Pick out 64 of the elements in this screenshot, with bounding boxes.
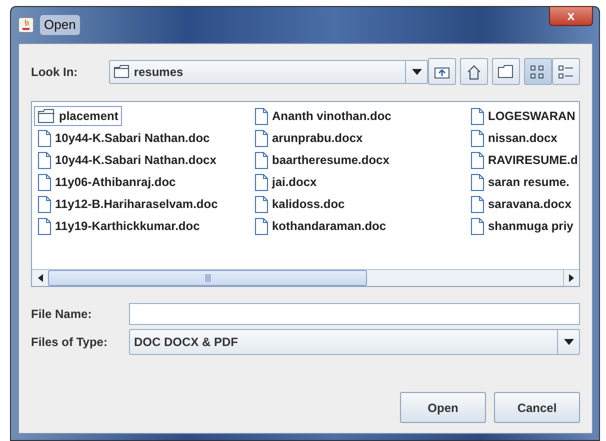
details-view-icon: [558, 64, 574, 78]
file-item[interactable]: kalidoss.doc: [251, 194, 349, 214]
file-item[interactable]: arunprabu.docx: [251, 128, 367, 148]
home-icon: [466, 64, 482, 80]
document-icon: [471, 218, 484, 234]
document-icon: [38, 152, 51, 168]
file-item[interactable]: 11y06-Athibanraj.doc: [34, 172, 180, 192]
close-button[interactable]: x: [549, 6, 593, 26]
dialog-button[interactable]: Open: [400, 392, 486, 423]
document-icon: [471, 152, 484, 168]
file-type-label: Files of Type:: [31, 334, 108, 351]
file-item[interactable]: 10y44-K.Sabari Nathan.doc: [34, 128, 214, 148]
file-item[interactable]: nissan.docx: [467, 128, 562, 148]
file-item[interactable]: 11y12-B.Hariharaselvam.doc: [34, 194, 222, 214]
document-icon: [255, 196, 268, 212]
window-title: Open: [40, 15, 80, 35]
file-item[interactable]: saravana.docx: [467, 194, 576, 214]
folder-icon: [498, 65, 514, 78]
look-in-dropdown[interactable]: resumes: [108, 60, 428, 84]
file-name-label: File Name:: [31, 306, 93, 323]
file-type-dropdown[interactable]: DOC DOCX & PDF: [129, 329, 580, 355]
file-item[interactable]: LOGESWARAN: [467, 106, 579, 126]
scroll-left-icon: [38, 274, 42, 282]
file-item[interactable]: 11y19-Karthickkumar.doc: [34, 216, 204, 236]
folder-icon: [38, 109, 55, 123]
caret-icon: [412, 68, 422, 74]
dialog-button[interactable]: Cancel: [494, 392, 580, 423]
document-icon: [38, 196, 51, 212]
app-icon: [18, 17, 34, 33]
grip-icon: [204, 274, 211, 282]
file-item[interactable]: kothandaraman.doc: [251, 216, 390, 236]
folder-up-icon: [434, 64, 450, 78]
document-icon: [38, 174, 51, 190]
folder-icon: [114, 65, 130, 78]
document-icon: [471, 196, 484, 212]
document-icon: [38, 130, 51, 146]
document-icon: [471, 174, 484, 190]
document-icon: [38, 218, 51, 234]
folder-item[interactable]: placement: [34, 106, 122, 126]
scroll-right-icon: [569, 274, 574, 282]
up-folder-button[interactable]: [428, 58, 456, 85]
file-item[interactable]: 10y44-K.Sabari Nathan.docx: [34, 150, 220, 170]
file-item[interactable]: RAVIRESUME.d: [467, 150, 579, 170]
list-view-icon: [530, 64, 546, 78]
document-icon: [471, 130, 484, 146]
file-item[interactable]: baartheresume.docx: [251, 150, 394, 170]
details-view-button[interactable]: [552, 58, 580, 85]
file-item[interactable]: Ananth vinothan.doc: [251, 106, 396, 126]
horizontal-scrollbar[interactable]: [32, 269, 579, 286]
file-name-field[interactable]: [129, 303, 580, 325]
document-icon: [471, 108, 484, 124]
look-in-label: Look In:: [31, 64, 79, 80]
caret-icon: [564, 339, 574, 345]
new-folder-button[interactable]: [492, 58, 520, 85]
document-icon: [255, 108, 268, 124]
file-item[interactable]: saran resume.: [467, 172, 574, 192]
home-button[interactable]: [460, 58, 488, 85]
document-icon: [255, 174, 268, 190]
file-item[interactable]: shanmuga priy: [467, 216, 578, 236]
document-icon: [255, 218, 268, 234]
list-view-button[interactable]: [524, 58, 552, 85]
document-icon: [255, 130, 268, 146]
file-item[interactable]: jai.docx: [251, 172, 321, 192]
document-icon: [255, 152, 268, 168]
